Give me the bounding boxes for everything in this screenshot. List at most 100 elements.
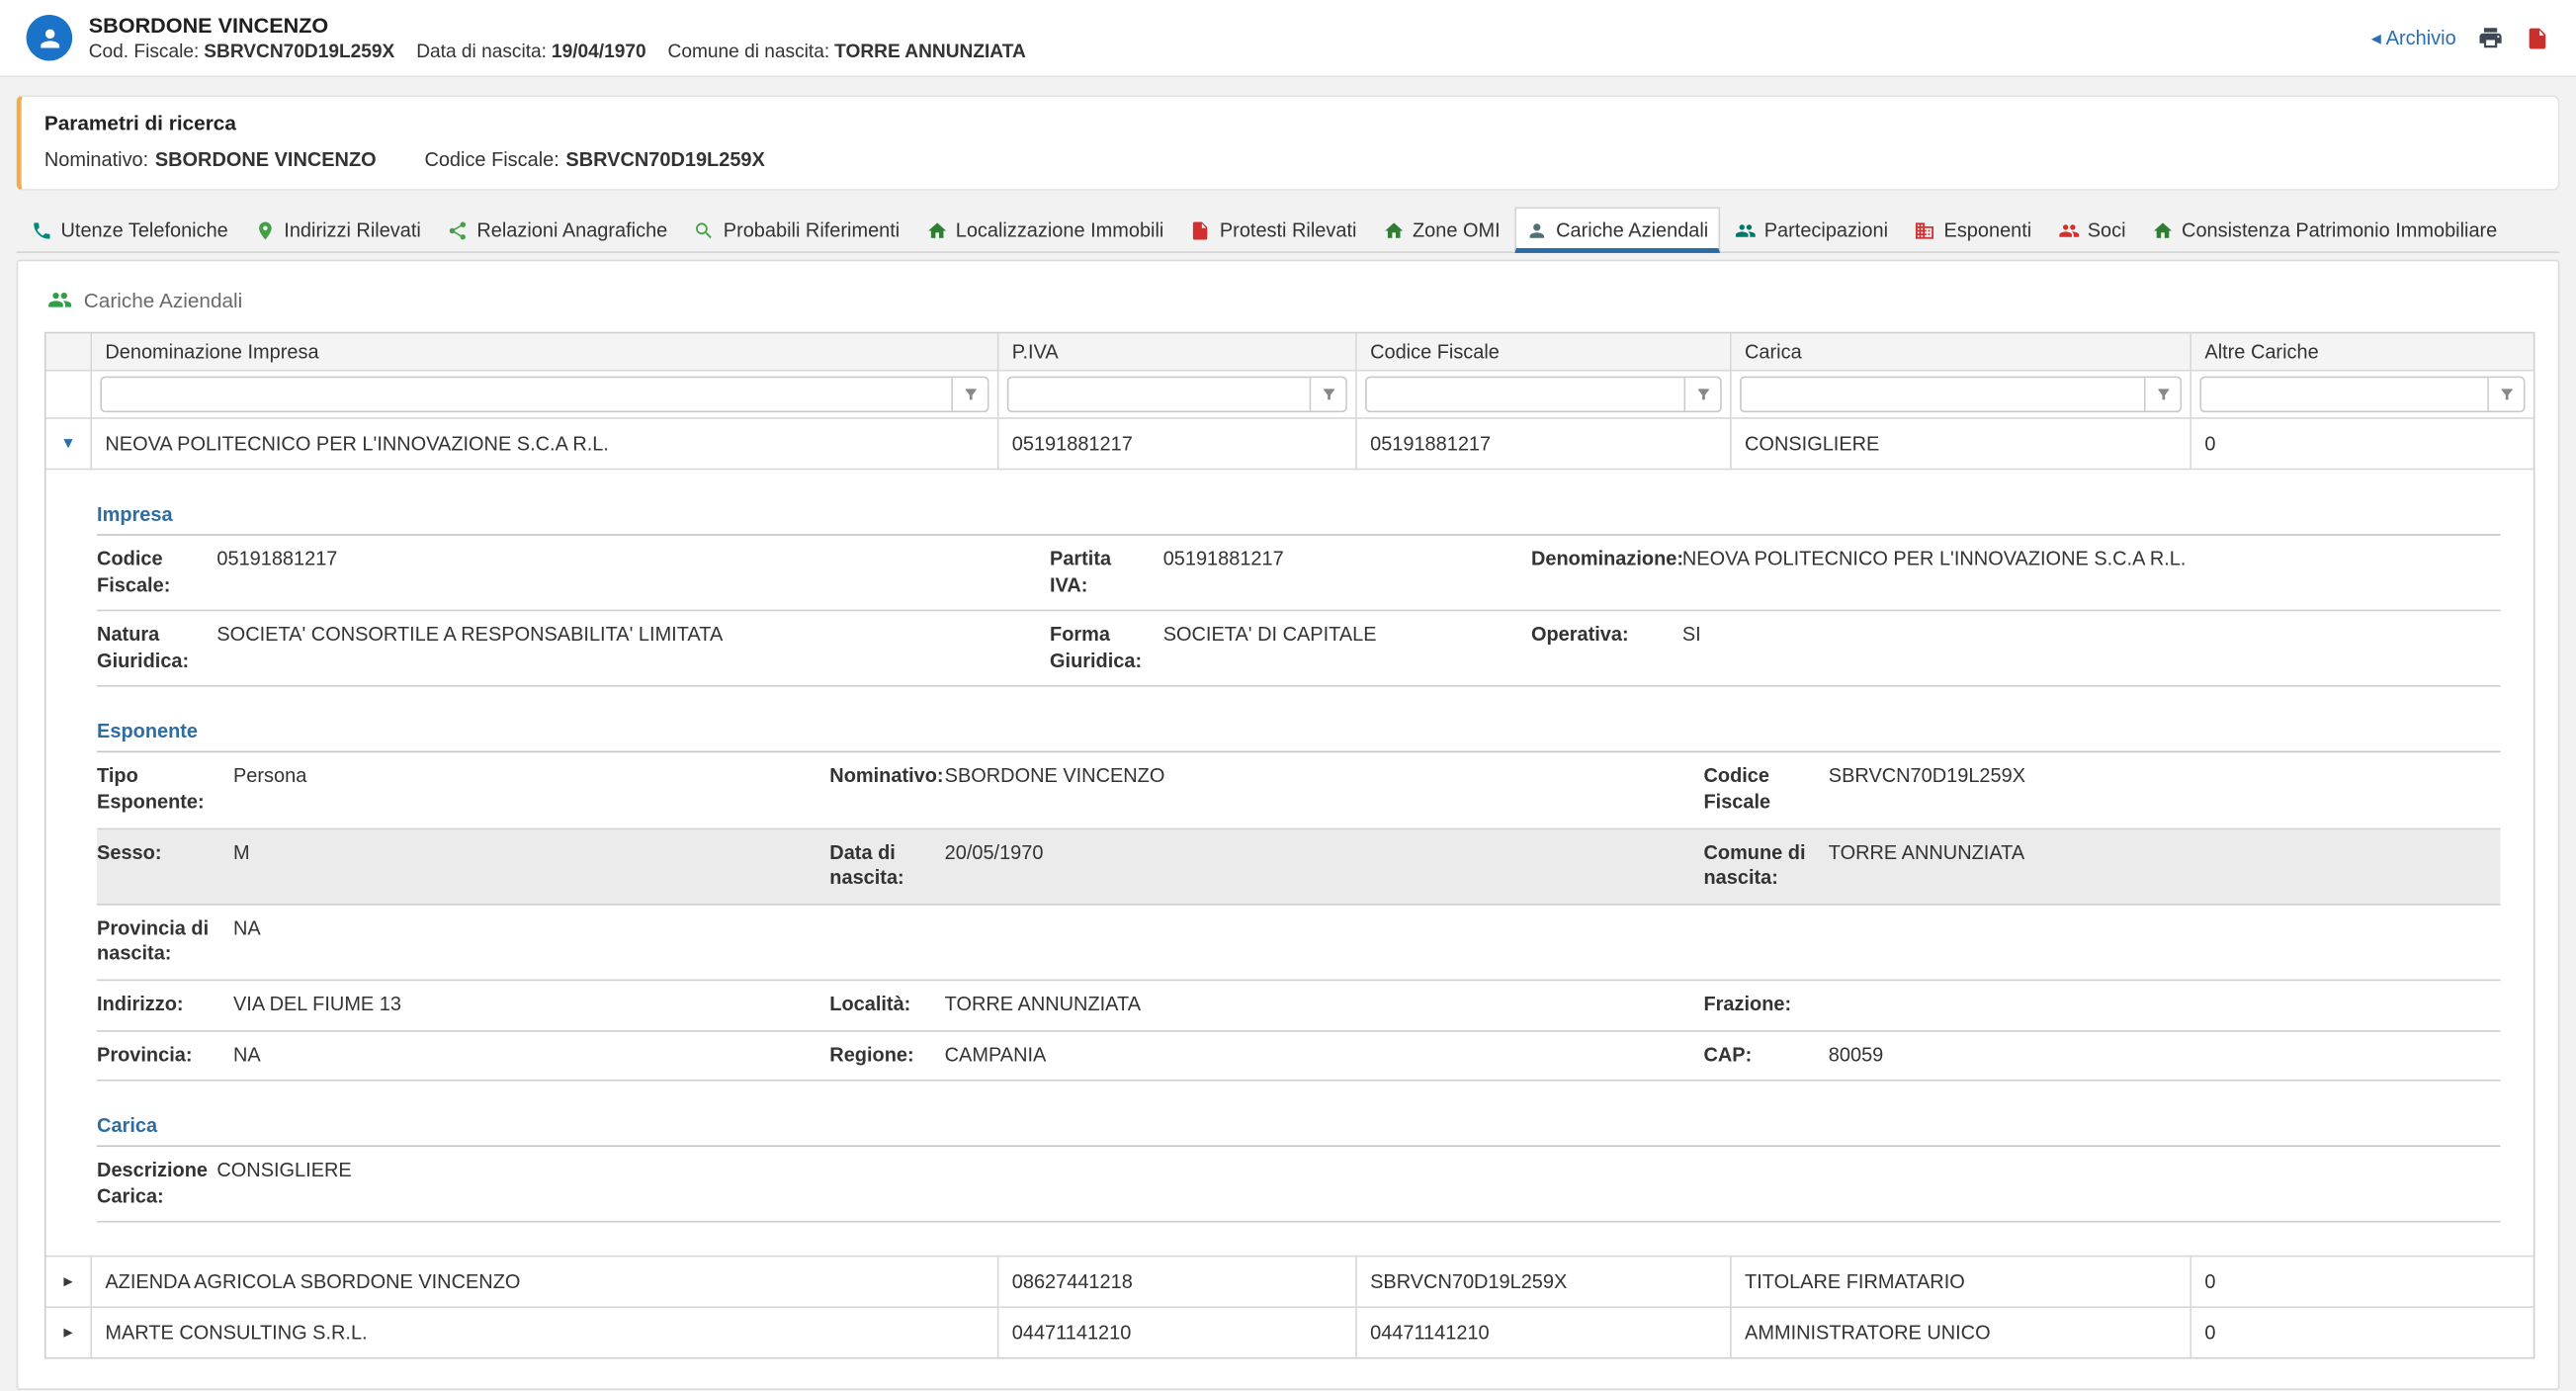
expand-row-button[interactable]: ▸ [63, 1273, 72, 1291]
cell-codice-fiscale: 04471141210 [1357, 1308, 1732, 1357]
filter-cell-piva [998, 372, 1356, 419]
row-detail-panel: Impresa Codice Fiscale: 05191881217 Part… [46, 470, 2533, 1258]
table-filter-row [46, 372, 2533, 419]
people-icon [1735, 219, 1757, 241]
tab-label: Localizzazione Immobili [956, 218, 1164, 241]
person-identity: SBORDONE VINCENZO Cod. Fiscale:SBRVCN70D… [27, 13, 1043, 62]
field-value: Persona [233, 753, 829, 827]
filter-box [2199, 377, 2525, 413]
filter-funnel-button[interactable] [1684, 378, 1721, 410]
tab-label: Soci [2088, 218, 2126, 241]
header-actions: ◂ Archivio [2371, 25, 2550, 51]
filter-funnel-button[interactable] [951, 378, 987, 410]
cell-codice-fiscale: 05191881217 [1357, 419, 1732, 471]
tab-label: Relazioni Anagrafiche [476, 218, 667, 241]
house-icon [2152, 219, 2174, 241]
person-header-text: SBORDONE VINCENZO Cod. Fiscale:SBRVCN70D… [89, 13, 1043, 62]
table-row[interactable]: ▾ NEOVA POLITECNICO PER L'INNOVAZIONE S.… [46, 419, 2533, 471]
cell-altre-cariche: 0 [2191, 1258, 2533, 1309]
archivio-link[interactable]: ◂ Archivio [2371, 27, 2456, 49]
expand-row-button[interactable]: ▸ [63, 1324, 72, 1342]
collapse-row-button[interactable]: ▾ [63, 435, 72, 453]
param-label-codice-fiscale: Codice Fiscale: [424, 148, 558, 171]
detail-row: Descrizione Carica: CONSIGLIERE [97, 1147, 2500, 1223]
tab-indirizzi-rilevati[interactable]: Indirizzi Rilevati [243, 207, 433, 251]
filter-input-piva[interactable] [1008, 378, 1309, 410]
field-value: NEOVA POLITECNICO PER L'INNOVAZIONE S.C.… [1682, 536, 2501, 610]
filter-funnel-button[interactable] [2487, 378, 2524, 410]
expander-cell: ▸ [46, 1308, 93, 1357]
pdf-export-icon[interactable] [2525, 26, 2549, 50]
field-value: SOCIETA' CONSORTILE A RESPONSABILITA' LI… [216, 612, 1050, 686]
field-label: Data di nascita: [829, 829, 944, 904]
tab-label: Protesti Rilevati [1220, 218, 1357, 241]
field-label: Indirizzo: [97, 981, 233, 1029]
tab-cariche-aziendali[interactable]: Cariche Aziendali [1515, 207, 1720, 253]
field-value: 80059 [1829, 1031, 2501, 1080]
section-header: Cariche Aziendali [47, 288, 2534, 312]
filter-input-denominazione[interactable] [102, 378, 951, 410]
search-params-title: Parametri di ricerca [44, 112, 2535, 134]
filter-input-altre-cariche[interactable] [2201, 378, 2487, 410]
tab-probabili-riferimenti[interactable]: Probabili Riferimenti [682, 207, 911, 251]
building-icon [1915, 219, 1936, 241]
detail-row: Codice Fiscale: 05191881217 Partita IVA:… [97, 536, 2500, 612]
filter-funnel-button[interactable] [2144, 378, 2181, 410]
filter-box [1740, 377, 2182, 413]
tab-label: Probabili Riferimenti [724, 218, 900, 241]
cariche-aziendali-panel: Cariche Aziendali Denominazione Impresa … [17, 260, 2560, 1391]
info-value-cod-fiscale: SBRVCN70D19L259X [204, 43, 394, 62]
filter-cell-altre-cariche [2191, 372, 2533, 419]
person-header: SBORDONE VINCENZO Cod. Fiscale:SBRVCN70D… [0, 0, 2576, 77]
tab-label: Esponenti [1944, 218, 2032, 241]
tab-soci[interactable]: Soci [2046, 207, 2137, 251]
field-value: SBRVCN70D19L259X [1829, 753, 2501, 827]
param-value-codice-fiscale: SBRVCN70D19L259X [565, 148, 764, 171]
expander-cell: ▸ [46, 1258, 93, 1309]
detail-section-title-esponente: Esponente [97, 711, 2500, 753]
table-row[interactable]: ▸ MARTE CONSULTING S.R.L. 04471141210 04… [46, 1308, 2533, 1357]
cell-carica: CONSIGLIERE [1732, 419, 2191, 471]
column-header-piva: P.IVA [998, 333, 1356, 371]
section-title: Cariche Aziendali [84, 289, 243, 311]
table-row[interactable]: ▸ AZIENDA AGRICOLA SBORDONE VINCENZO 086… [46, 1258, 2533, 1309]
tab-localizzazione-immobili[interactable]: Localizzazione Immobili [914, 207, 1175, 251]
field-value: SOCIETA' DI CAPITALE [1163, 612, 1531, 686]
printer-icon[interactable] [2477, 25, 2504, 51]
cell-altre-cariche: 0 [2191, 1308, 2533, 1357]
column-header-denominazione: Denominazione Impresa [92, 333, 998, 371]
field-label: Codice Fiscale: [97, 536, 216, 610]
info-value-comune-nascita: TORRE ANNUNZIATA [834, 43, 1026, 62]
field-value: 05191881217 [1163, 536, 1531, 610]
column-header-codice-fiscale: Codice Fiscale [1357, 333, 1732, 371]
cariche-table: Denominazione Impresa P.IVA Codice Fisca… [44, 332, 2535, 1359]
tab-protesti-rilevati[interactable]: Protesti Rilevati [1178, 207, 1368, 251]
filter-funnel-button[interactable] [1310, 378, 1346, 410]
cell-codice-fiscale: SBRVCN70D19L259X [1357, 1258, 1732, 1309]
param-label-nominativo: Nominativo: [44, 148, 148, 171]
detail-row: Sesso: M Data di nascita: 20/05/1970 Com… [97, 829, 2500, 906]
tab-relazioni-anagrafiche[interactable]: Relazioni Anagrafiche [436, 207, 679, 251]
archivio-label: Archivio [2386, 27, 2456, 49]
expander-cell: ▾ [46, 419, 93, 471]
filter-input-codice-fiscale[interactable] [1367, 378, 1684, 410]
filter-input-carica[interactable] [1742, 378, 2144, 410]
tab-esponenti[interactable]: Esponenti [1903, 207, 2043, 251]
tab-zone-omi[interactable]: Zone OMI [1371, 207, 1511, 251]
field-label: Partita IVA: [1050, 536, 1163, 610]
cell-altre-cariche: 0 [2191, 419, 2533, 471]
filter-cell-carica [1732, 372, 2191, 419]
tab-utenze-telefoniche[interactable]: Utenze Telefoniche [20, 207, 239, 251]
detail-section-title-impresa: Impresa [97, 493, 2500, 536]
field-label: Frazione: [1703, 981, 1828, 1029]
tab-consistenza-patrimonio-immobiliare[interactable]: Consistenza Patrimonio Immobiliare [2140, 207, 2508, 251]
cell-piva: 04471141210 [998, 1308, 1356, 1357]
search-params-fields: Nominativo: SBORDONE VINCENZO Codice Fisc… [44, 148, 2535, 171]
param-value-nominativo: SBORDONE VINCENZO [155, 148, 377, 171]
tab-partecipazioni[interactable]: Partecipazioni [1723, 207, 1899, 251]
table-header-row: Denominazione Impresa P.IVA Codice Fisca… [46, 333, 2533, 371]
field-label: Nominativo: [829, 753, 944, 827]
field-value [1829, 981, 2501, 1029]
field-label: Provincia: [97, 1031, 233, 1080]
detail-row: Provincia di nascita: NA [97, 905, 2500, 981]
